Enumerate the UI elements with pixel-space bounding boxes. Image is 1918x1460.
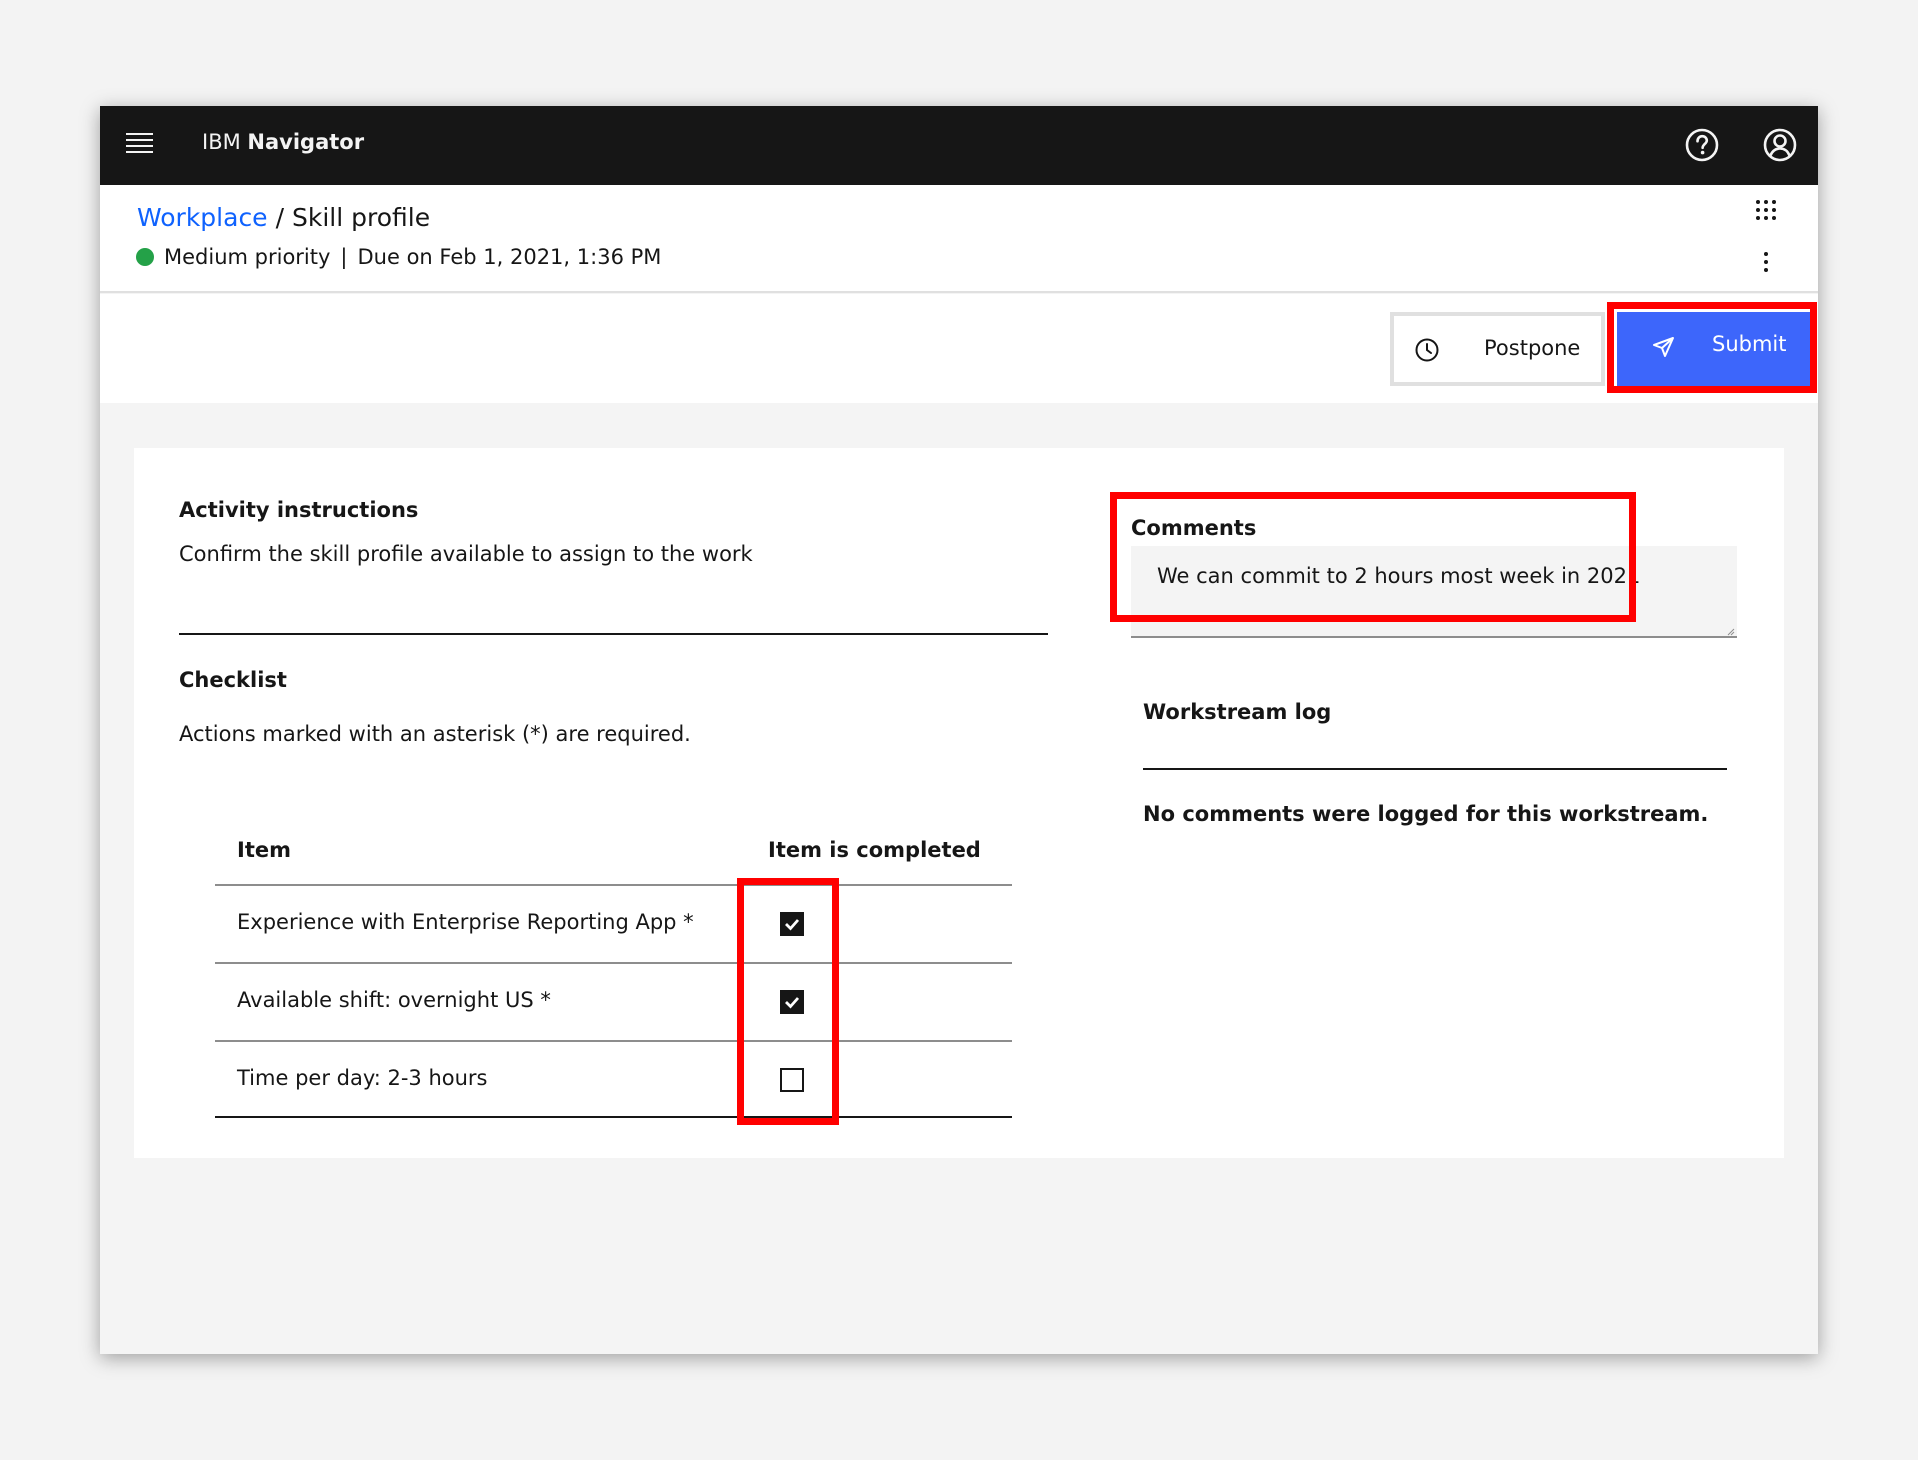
instructions-title: Activity instructions — [179, 498, 419, 522]
completed-checkbox[interactable] — [780, 912, 804, 936]
top-header: IBM Navigator — [100, 106, 1818, 185]
table-row: Experience with Enterprise Reporting App… — [215, 884, 1012, 962]
action-bar: Postpone Submit — [100, 294, 1818, 403]
comments-textarea[interactable]: We can commit to 2 hours most week in 20… — [1131, 546, 1737, 638]
table-row: Time per day: 2-3 hours — [215, 1040, 1012, 1118]
checklist-item-label: Available shift: overnight US * — [237, 988, 551, 1012]
table-row: Available shift: overnight US * — [215, 962, 1012, 1040]
checklist-item-label: Time per day: 2-3 hours — [237, 1066, 488, 1090]
app-switcher-icon[interactable] — [1755, 199, 1777, 221]
workstream-log-empty-message: No comments were logged for this workstr… — [1143, 802, 1709, 826]
resize-grip-icon[interactable] — [1727, 628, 1735, 636]
page-title: Skill profile — [292, 203, 431, 232]
completed-checkbox[interactable] — [780, 1068, 804, 1092]
postpone-label: Postpone — [1484, 336, 1581, 360]
breadcrumb: Workplace / Skill profile — [137, 203, 430, 232]
brand-prefix: IBM — [202, 130, 241, 154]
user-avatar-icon[interactable] — [1761, 126, 1799, 164]
task-card: Activity instructions Confirm the skill … — [134, 448, 1784, 1158]
brand-name: Navigator — [247, 130, 365, 154]
checklist-item-label: Experience with Enterprise Reporting App… — [237, 910, 694, 934]
checkmark-icon — [785, 919, 800, 931]
due-date-label: Due on Feb 1, 2021, 1:36 PM — [357, 245, 662, 269]
comments-label: Comments — [1131, 516, 1257, 540]
submit-button[interactable]: Submit — [1617, 312, 1813, 386]
page-header: Workplace / Skill profile Medium priority … — [100, 185, 1818, 293]
instructions-divider — [179, 633, 1048, 635]
workstream-log-divider — [1143, 768, 1727, 770]
priority-label: Medium priority — [164, 245, 331, 269]
completed-checkbox[interactable] — [780, 990, 804, 1014]
instructions-text: Confirm the skill profile available to a… — [179, 542, 753, 566]
priority-status-dot — [136, 248, 154, 266]
meta-separator: | — [340, 245, 348, 269]
workstream-log-title: Workstream log — [1143, 700, 1332, 724]
hamburger-menu-icon[interactable] — [126, 133, 153, 157]
app-brand[interactable]: IBM Navigator — [202, 130, 364, 154]
submit-label: Submit — [1712, 332, 1787, 356]
column-header-item: Item — [237, 838, 291, 862]
task-meta: Medium priority | Due on Feb 1, 2021, 1:… — [136, 245, 661, 269]
checkmark-icon — [785, 997, 800, 1009]
help-icon[interactable] — [1683, 126, 1721, 164]
postpone-button[interactable]: Postpone — [1390, 312, 1605, 386]
overflow-menu-icon[interactable] — [1762, 251, 1770, 273]
breadcrumb-workplace-link[interactable]: Workplace — [137, 203, 268, 232]
checklist-note: Actions marked with an asterisk (*) are … — [179, 722, 691, 746]
breadcrumb-separator: / — [275, 203, 285, 232]
column-header-completed: Item is completed — [768, 838, 981, 862]
app-window: IBM Navigator Workplace / Skill profile Me… — [100, 106, 1818, 1354]
clock-icon — [1415, 338, 1439, 362]
send-icon — [1653, 337, 1674, 357]
checklist-title: Checklist — [179, 668, 287, 692]
